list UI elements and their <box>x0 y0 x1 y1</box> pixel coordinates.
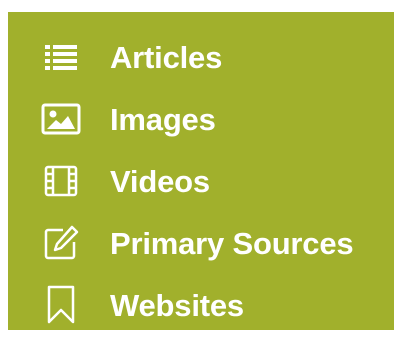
resource-type-menu: Articles Images Videos Primary Sources W… <box>8 26 394 336</box>
film-icon <box>40 162 82 200</box>
menu-item-label: Primary Sources <box>110 225 354 261</box>
edit-document-icon <box>40 224 82 262</box>
resource-type-menu-panel: Articles Images Videos Primary Sources W… <box>8 12 394 330</box>
image-icon <box>40 100 82 138</box>
bookmark-icon <box>40 285 82 324</box>
menu-item-articles[interactable]: Articles <box>8 26 394 88</box>
menu-item-label: Videos <box>110 163 210 199</box>
menu-item-websites[interactable]: Websites <box>8 274 394 336</box>
menu-item-videos[interactable]: Videos <box>8 150 394 212</box>
menu-item-images[interactable]: Images <box>8 88 394 150</box>
list-icon <box>40 38 82 76</box>
menu-item-label: Images <box>110 101 216 137</box>
menu-item-label: Articles <box>110 39 223 75</box>
menu-item-label: Websites <box>110 287 244 323</box>
menu-item-primary-sources[interactable]: Primary Sources <box>8 212 394 274</box>
